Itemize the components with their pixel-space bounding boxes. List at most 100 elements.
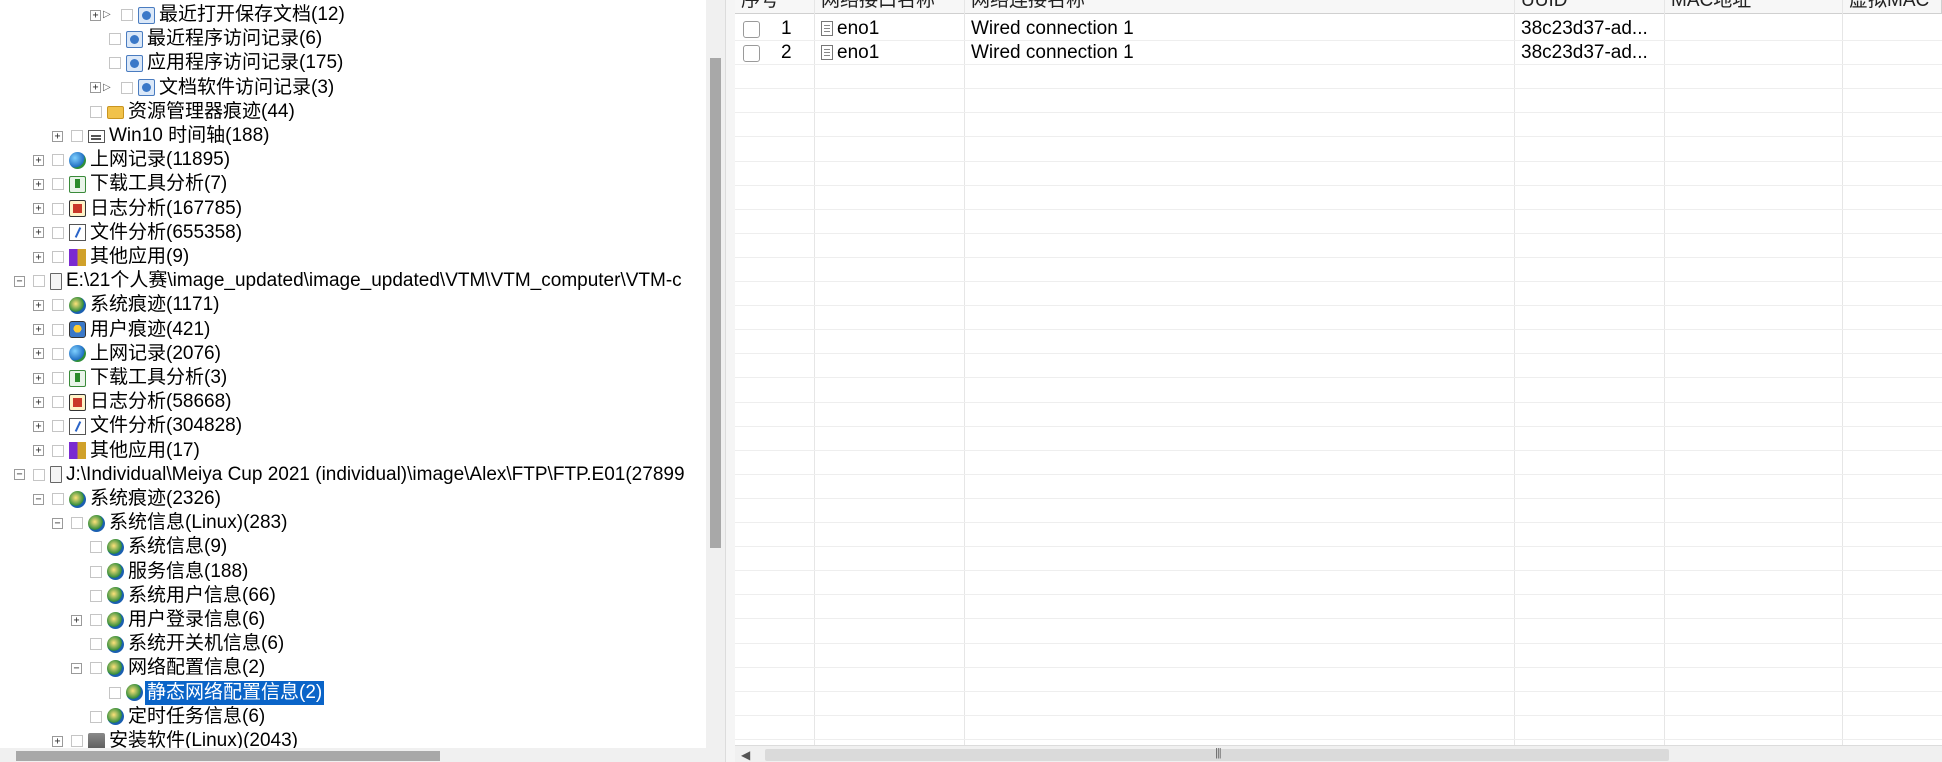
tree-item-checkbox[interactable] (52, 299, 64, 312)
expand-toggle-icon[interactable]: + (52, 130, 63, 142)
tree-item-checkbox[interactable] (52, 154, 64, 167)
tree-item[interactable]: +资源管理器痕迹(44) (71, 100, 297, 124)
tree-item[interactable]: + 其他应用(17) (33, 439, 202, 463)
tree-item-checkbox[interactable] (52, 444, 64, 457)
tree-item[interactable]: − 系统痕迹(2326) (33, 487, 223, 511)
table-row[interactable]: 2 eno1 Wired connection 1 38c23d37-ad... (735, 41, 1942, 66)
tree-item[interactable]: + 其他应用(9) (33, 245, 191, 269)
tree-item-checkbox[interactable] (33, 468, 45, 481)
tree-item[interactable]: +系统信息(9) (71, 535, 229, 559)
expand-toggle-icon[interactable]: + (90, 82, 101, 94)
column-header[interactable]: UUID (1515, 0, 1665, 14)
grid-horizontal-scrollbar[interactable]: ◀ ||| (735, 745, 1942, 762)
tree-item-checkbox[interactable] (90, 541, 102, 554)
row-checkbox[interactable] (743, 21, 760, 38)
tree-item-checkbox[interactable] (52, 178, 64, 191)
tree-item-checkbox[interactable] (71, 735, 83, 747)
tree-item-checkbox[interactable] (52, 323, 64, 336)
tree-item-checkbox[interactable] (121, 81, 133, 94)
collapse-toggle-icon[interactable]: − (14, 469, 25, 481)
tree-item-checkbox[interactable] (121, 9, 133, 21)
tree-item[interactable]: + 系统痕迹(1171) (33, 293, 222, 317)
tree-item-checkbox[interactable] (52, 372, 64, 384)
tree-item[interactable]: + Win10 时间轴(188) (52, 124, 272, 148)
tree-item[interactable]: + 日志分析(58668) (33, 390, 234, 414)
pane-splitter[interactable] (725, 0, 735, 762)
collapse-toggle-icon[interactable]: − (14, 275, 25, 287)
tree-item[interactable]: + 日志分析(167785) (33, 197, 244, 221)
tree-item-checkbox[interactable] (52, 251, 64, 263)
tree-horizontal-scroll-thumb[interactable] (16, 751, 440, 761)
tree-item[interactable]: +服务信息(188) (71, 560, 250, 584)
tree-item[interactable]: +最近程序访问记录(6) (90, 27, 324, 51)
table-row[interactable]: 1 eno1 Wired connection 1 38c23d37-ad... (735, 17, 1942, 41)
expand-toggle-icon[interactable]: + (90, 9, 101, 21)
expand-toggle-icon[interactable]: + (33, 445, 44, 457)
tree-item[interactable]: +定时任务信息(6) (71, 705, 267, 729)
tree-item[interactable]: + ▷ 文档软件访问记录(3) (90, 76, 336, 100)
expand-toggle-icon[interactable]: + (33, 372, 44, 384)
tree-item[interactable]: + 用户登录信息(6) (71, 608, 267, 632)
expand-toggle-icon[interactable]: + (33, 154, 44, 166)
tree-item-checkbox[interactable] (52, 226, 64, 239)
column-header[interactable]: MAC地址 (1665, 0, 1843, 14)
tree-item[interactable]: + ▷ 最近打开保存文档(12) (90, 3, 347, 27)
tree-item[interactable]: +系统开关机信息(6) (71, 632, 286, 656)
expand-toggle-icon[interactable]: + (33, 420, 44, 432)
tree-item-checkbox[interactable] (109, 33, 121, 46)
tree-item[interactable]: − 系统信息(Linux)(283) (52, 511, 289, 535)
tree-item[interactable]: + 下载工具分析(7) (33, 172, 229, 196)
column-header[interactable]: 序号 (735, 0, 815, 14)
tree-item-checkbox[interactable] (90, 589, 102, 602)
expand-toggle-icon[interactable]: + (33, 396, 44, 408)
row-checkbox[interactable] (743, 45, 760, 63)
tree-item-checkbox[interactable] (109, 686, 121, 699)
tree-item-checkbox[interactable] (71, 130, 83, 142)
tree-horizontal-scrollbar[interactable] (0, 748, 706, 762)
expand-toggle-icon[interactable]: + (71, 614, 82, 626)
tree-item-checkbox[interactable] (71, 517, 83, 530)
expand-toggle-icon[interactable]: + (33, 227, 44, 239)
expand-toggle-icon[interactable]: + (33, 203, 44, 215)
column-header[interactable]: 网络接口名称 (815, 0, 965, 14)
tree-item[interactable]: +系统用户信息(66) (71, 584, 278, 608)
expand-toggle-icon[interactable]: + (52, 735, 63, 747)
tree-item[interactable]: − J:\Individual\Meiya Cup 2021 (individua… (14, 463, 687, 487)
tree-vertical-scrollbar[interactable] (706, 0, 725, 762)
expand-toggle-icon[interactable]: + (33, 324, 44, 336)
tree-item[interactable]: + 文件分析(304828) (33, 414, 244, 438)
tree-item[interactable]: + 文件分析(655358) (33, 221, 244, 245)
tree-item-checkbox[interactable] (90, 638, 102, 651)
tree-item-checkbox[interactable] (33, 275, 45, 288)
tree-item-checkbox[interactable] (90, 565, 102, 578)
tree-item-checkbox[interactable] (52, 420, 64, 433)
grid-horizontal-scroll-thumb[interactable]: ||| (765, 747, 1669, 761)
expand-toggle-icon[interactable]: + (33, 348, 44, 360)
expand-toggle-icon[interactable]: + (33, 178, 44, 190)
tree-item-checkbox[interactable] (52, 396, 64, 409)
tree-item-checkbox[interactable] (109, 57, 121, 70)
expand-toggle-icon[interactable]: + (33, 251, 44, 263)
scroll-left-arrow-icon[interactable]: ◀ (741, 748, 750, 762)
tree-item[interactable]: + 上网记录(2076) (33, 342, 223, 366)
collapse-toggle-icon[interactable]: − (52, 517, 63, 529)
tree-item-checkbox[interactable] (90, 662, 102, 675)
tree-item[interactable]: − E:\21个人赛\image_updated\image_updated\VT… (14, 269, 684, 293)
tree-item-checkbox[interactable] (90, 105, 102, 118)
tree-item[interactable]: − 网络配置信息(2) (71, 656, 267, 680)
tree-item-checkbox[interactable] (52, 493, 64, 505)
tree-item[interactable]: + 用户痕迹(421) (33, 318, 212, 342)
tree-item-checkbox[interactable] (90, 710, 102, 723)
tree-item-checkbox[interactable] (90, 614, 102, 626)
expand-toggle-icon[interactable]: + (33, 299, 44, 311)
tree-item-checkbox[interactable] (52, 347, 64, 360)
tree-item-checkbox[interactable] (52, 202, 64, 215)
tree-item[interactable]: + 下载工具分析(3) (33, 366, 229, 390)
tree-vertical-scroll-thumb[interactable] (710, 58, 721, 548)
tree-item[interactable]: + 上网记录(11895) (33, 148, 232, 172)
column-header[interactable]: 网络连接名称 (965, 0, 1515, 14)
tree-item[interactable]: +静态网络配置信息(2) (90, 680, 325, 705)
collapse-toggle-icon[interactable]: − (33, 493, 44, 505)
column-header[interactable]: 虚拟MAC (1843, 0, 1942, 14)
tree-item[interactable]: +应用程序访问记录(175) (90, 51, 345, 75)
